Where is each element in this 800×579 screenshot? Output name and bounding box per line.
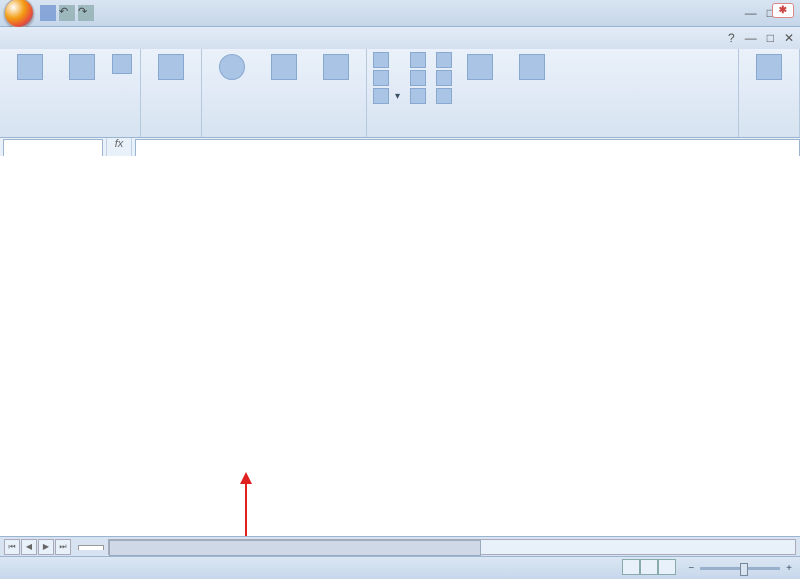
group-label-macros [745, 133, 793, 137]
save-icon[interactable] [40, 5, 56, 21]
help-icon[interactable]: ? [728, 31, 735, 45]
name-box[interactable] [3, 139, 103, 157]
zoom-100-button[interactable] [260, 52, 308, 84]
katty-badge: ✱ [772, 3, 794, 18]
tab-nav-last[interactable]: ⏭ [55, 539, 71, 555]
office-button[interactable] [4, 0, 34, 28]
new-window-button[interactable] [373, 52, 400, 68]
split-button[interactable] [410, 52, 426, 68]
arrange-all-button[interactable] [373, 70, 400, 86]
fx-icon[interactable]: fx [106, 138, 132, 158]
sheet-tab-bar: ⏮ ◀ ▶ ⏭ [0, 536, 800, 557]
view-shortcuts[interactable] [622, 559, 676, 578]
annotation-arrow [245, 476, 247, 537]
group-label-views [6, 133, 134, 137]
tab-nav-next[interactable]: ▶ [38, 539, 54, 555]
title-bar: ↶ ↷ — □ ✕ [0, 0, 800, 27]
zoom-out-button[interactable]: − [688, 563, 694, 574]
freeze-panes-button[interactable]: ▾ [373, 88, 400, 104]
save-workspace-button[interactable] [456, 52, 504, 84]
quick-access-toolbar[interactable]: ↶ ↷ [40, 5, 94, 21]
hide-button[interactable] [410, 70, 426, 86]
doc-close-button[interactable]: ✕ [784, 31, 794, 45]
zoom-button[interactable] [208, 52, 256, 84]
zoom-in-button[interactable]: + [786, 563, 792, 574]
show-hide-button[interactable] [147, 52, 195, 84]
tab-nav-prev[interactable]: ◀ [21, 539, 37, 555]
pagebreak-view-button[interactable] [110, 52, 134, 76]
undo-icon[interactable]: ↶ [59, 5, 75, 21]
group-label-window [373, 133, 732, 137]
zoom-selection-button[interactable] [312, 52, 360, 84]
worksheet[interactable] [0, 156, 800, 537]
tab-nav-first[interactable]: ⏮ [4, 539, 20, 555]
doc-window-controls: ? — □ ✕ [728, 31, 794, 45]
doc-max-button[interactable]: □ [767, 31, 774, 45]
sheet-tab-1[interactable] [78, 545, 104, 550]
switch-windows-button[interactable] [508, 52, 556, 84]
redo-icon[interactable]: ↷ [78, 5, 94, 21]
status-bar: − + [0, 556, 800, 579]
formula-input[interactable] [135, 139, 800, 157]
page-layout-button[interactable] [58, 52, 106, 84]
doc-min-button[interactable]: — [745, 31, 757, 45]
horizontal-scrollbar[interactable] [108, 539, 796, 555]
ribbon-tabs: ? — □ ✕ [0, 27, 800, 49]
zoom-slider[interactable] [700, 567, 780, 570]
minimize-button[interactable]: — [745, 6, 757, 20]
unhide-button[interactable] [410, 88, 426, 104]
group-label-zoom [208, 133, 360, 137]
normal-view-button[interactable] [6, 52, 54, 84]
macros-button[interactable] [745, 52, 793, 84]
ribbon: ▾ [0, 49, 800, 138]
